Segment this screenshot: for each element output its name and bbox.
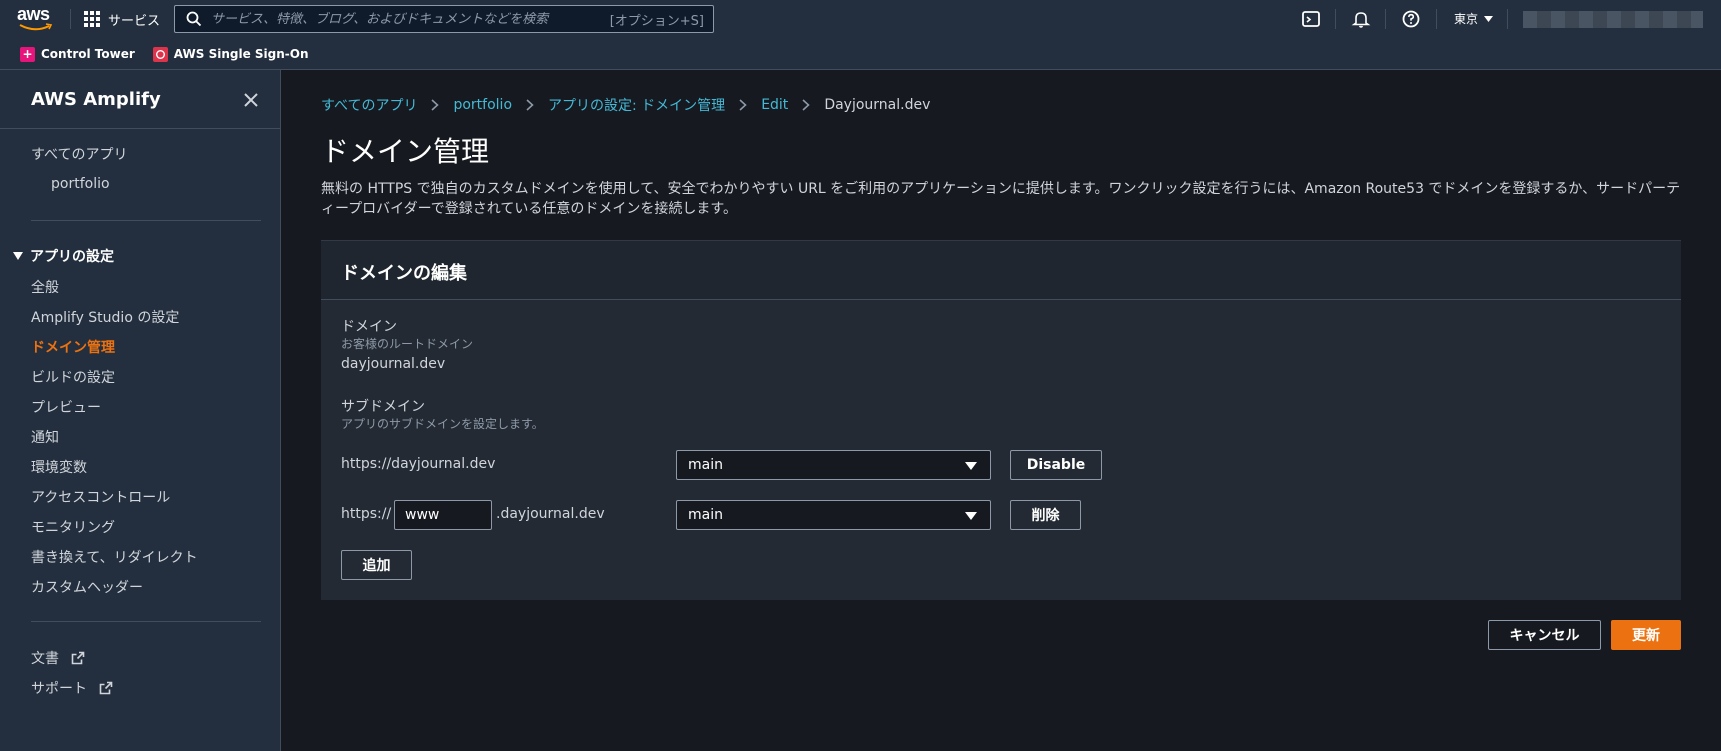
breadcrumb: すべてのアプリ portfolio アプリの設定: ドメイン管理 Edit Da… [321,95,930,115]
bell-icon[interactable] [1351,9,1371,29]
panel-header: ドメインの編集 [321,241,1681,300]
divider [1335,9,1336,29]
sidebar-item-domain-management[interactable]: ドメイン管理 [31,337,115,357]
subdomain-url-prefix: https:// [341,506,392,522]
sso-icon [152,46,168,62]
sidebar-section-app-settings[interactable]: アプリの設定 [13,246,114,266]
bookmark-label: AWS Single Sign-On [173,47,309,61]
edit-domain-panel: ドメインの編集 ドメイン お客様のルートドメイン dayjournal.dev … [321,240,1681,600]
breadcrumb-edit[interactable]: Edit [761,97,788,113]
sidebar-item-notifications[interactable]: 通知 [31,427,59,447]
account-menu-redacted[interactable] [1523,11,1703,28]
aws-logo-text: aws [17,4,50,24]
page-description: 無料の HTTPS で独自のカスタムドメインを使用して、安全でわかりやすい UR… [321,181,1681,217]
divider [31,621,261,622]
aws-smile-icon [19,23,53,31]
branch-select-value: main [688,507,723,523]
top-navigation-bar: aws サービス [オプション+S] 東京 [0,0,1721,39]
divider [0,128,281,129]
support-label: サポート [31,681,87,697]
page-title: ドメイン管理 [321,135,490,168]
cloudshell-icon[interactable] [1301,9,1321,29]
services-menu-button[interactable]: サービス [84,9,160,29]
control-tower-icon: + [20,46,35,62]
divider [31,220,261,221]
sidebar-title: AWS Amplify [31,89,161,110]
region-label: 東京 [1454,12,1479,26]
caret-down-icon [13,252,23,260]
search-input[interactable] [211,11,610,27]
disable-button[interactable]: Disable [1010,450,1102,480]
section-label: アプリの設定 [30,249,114,265]
external-link-icon [72,651,85,665]
chevron-right-icon [802,99,811,111]
divider [1436,9,1437,29]
close-icon[interactable] [242,91,260,109]
panel-title: ドメインの編集 [341,263,467,284]
sidebar-link-support[interactable]: サポート [31,678,113,698]
chevron-right-icon [739,99,747,111]
sidebar-item-monitoring[interactable]: モニタリング [31,517,115,537]
breadcrumb-current: Dayjournal.dev [824,97,931,113]
sidebar-item-rewrites-redirects[interactable]: 書き換えて、リダイレクト [31,547,198,567]
chevron-right-icon [431,99,440,111]
subdomain-prefix-input[interactable] [394,500,492,530]
sidebar-item-general[interactable]: 全般 [31,277,59,297]
divider [1507,9,1508,29]
grid-icon [84,11,100,27]
search-box[interactable]: [オプション+S] [174,5,714,33]
sidebar-item-access-control[interactable]: アクセスコントロール [31,487,170,507]
breadcrumb-portfolio[interactable]: portfolio [453,97,512,113]
sidebar-link-docs[interactable]: 文書 [31,648,85,668]
caret-down-icon [965,512,977,520]
breadcrumb-all-apps[interactable]: すべてのアプリ [321,95,417,115]
bookmark-label: Control Tower [41,47,135,61]
sidebar-item-previews[interactable]: プレビュー [31,397,101,417]
sidebar-item-all-apps[interactable]: すべてのアプリ [31,144,127,164]
sidebar-item-amplify-studio[interactable]: Amplify Studio の設定 [31,307,179,327]
chevron-right-icon [526,99,534,111]
update-button[interactable]: 更新 [1611,620,1681,650]
subdomain-url-root: https://dayjournal.dev [341,456,496,472]
divider [70,9,71,29]
external-link-icon [100,681,113,695]
branch-select-root[interactable]: main [676,450,991,480]
favorites-bar: + Control Tower AWS Single Sign-On [0,39,1721,70]
region-selector[interactable]: 東京 [1454,10,1494,27]
bookmark-control-tower[interactable]: + Control Tower [20,46,135,62]
sidebar-item-build-settings[interactable]: ビルドの設定 [31,367,115,387]
search-icon [186,11,202,27]
branch-select-www[interactable]: main [676,500,991,530]
cancel-button[interactable]: キャンセル [1488,620,1601,650]
delete-button[interactable]: 削除 [1010,500,1081,530]
side-navigation: AWS Amplify すべてのアプリ portfolio アプリの設定 全般 … [0,70,281,751]
sidebar-item-env-variables[interactable]: 環境変数 [31,457,87,477]
sidebar-item-custom-headers[interactable]: カスタムヘッダー [31,577,143,597]
subdomain-label: サブドメイン [341,399,425,415]
divider [1385,9,1386,29]
branch-select-value: main [688,457,723,473]
services-label: サービス [108,13,161,29]
docs-label: 文書 [31,651,59,667]
help-icon[interactable] [1401,9,1421,29]
subdomain-url-suffix: .dayjournal.dev [496,506,605,522]
domain-value: dayjournal.dev [341,356,446,372]
subdomain-sublabel: アプリのサブドメインを設定します。 [341,417,544,431]
search-shortcut-hint: [オプション+S] [609,13,704,29]
caret-down-icon [965,462,977,470]
caret-down-icon [1484,15,1494,22]
add-subdomain-button[interactable]: 追加 [341,550,412,580]
bookmark-aws-sso[interactable]: AWS Single Sign-On [152,46,309,62]
aws-logo[interactable]: aws [17,5,55,33]
domain-label: ドメイン [341,319,397,335]
breadcrumb-domain-settings[interactable]: アプリの設定: ドメイン管理 [548,95,725,115]
sidebar-item-portfolio[interactable]: portfolio [51,176,110,192]
domain-sublabel: お客様のルートドメイン [341,337,474,351]
